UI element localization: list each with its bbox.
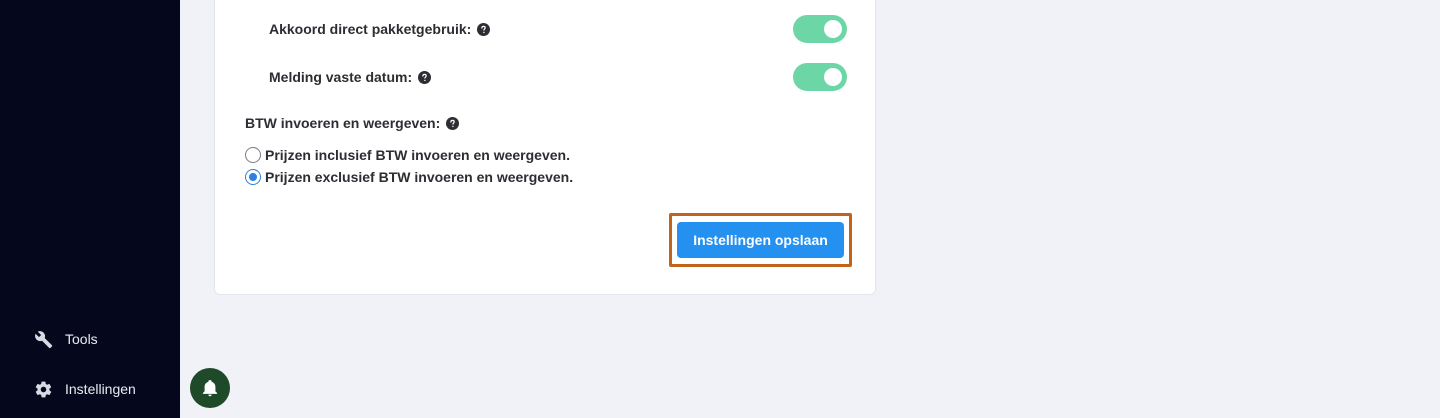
- notification-bell-button[interactable]: [190, 368, 230, 408]
- radio-inclusive[interactable]: [245, 147, 261, 163]
- toggle-row-melding: Melding vaste datum:: [269, 63, 847, 91]
- toggle-knob: [824, 68, 842, 86]
- save-settings-button[interactable]: Instellingen opslaan: [677, 222, 844, 258]
- gear-icon: [33, 379, 53, 399]
- vat-option-exclusive[interactable]: Prijzen exclusief BTW invoeren en weerge…: [245, 169, 573, 185]
- toggle-label-akkoord: Akkoord direct pakketgebruik:: [269, 21, 491, 37]
- sidebar-item-label: Tools: [65, 331, 98, 347]
- vat-section-label: BTW invoeren en weergeven:: [245, 115, 460, 131]
- toggle-label-melding: Melding vaste datum:: [269, 69, 432, 85]
- bell-icon: [200, 378, 220, 398]
- help-icon[interactable]: [418, 70, 432, 84]
- wrench-icon: [33, 329, 53, 349]
- sidebar: Tools Instellingen: [0, 0, 180, 418]
- akkoord-toggle[interactable]: [793, 15, 847, 43]
- help-icon[interactable]: [477, 22, 491, 36]
- sidebar-item-label: Instellingen: [65, 381, 136, 397]
- toggle-row-akkoord: Akkoord direct pakketgebruik:: [269, 15, 847, 43]
- radio-exclusive[interactable]: [245, 169, 261, 185]
- toggle-knob: [824, 20, 842, 38]
- help-icon[interactable]: [446, 116, 460, 130]
- melding-toggle[interactable]: [793, 63, 847, 91]
- sidebar-item-tools[interactable]: Tools: [33, 329, 98, 349]
- vat-option-inclusive[interactable]: Prijzen inclusief BTW invoeren en weerge…: [245, 147, 570, 163]
- sidebar-item-instellingen[interactable]: Instellingen: [33, 379, 136, 399]
